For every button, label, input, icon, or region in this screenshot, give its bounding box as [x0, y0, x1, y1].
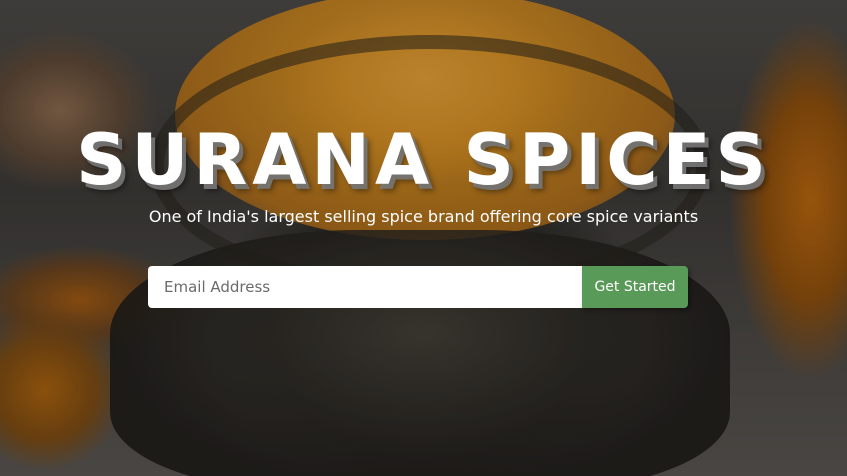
- hero-subtitle: One of India's largest selling spice bra…: [148, 207, 699, 226]
- signup-form: Get Started: [148, 266, 688, 308]
- get-started-button[interactable]: Get Started: [582, 266, 688, 308]
- hero-title: SURANA SPICES: [76, 119, 771, 201]
- hero-section: SURANA SPICES One of India's largest sel…: [0, 0, 847, 476]
- email-input[interactable]: [148, 266, 582, 308]
- hero-content: SURANA SPICES One of India's largest sel…: [0, 0, 847, 476]
